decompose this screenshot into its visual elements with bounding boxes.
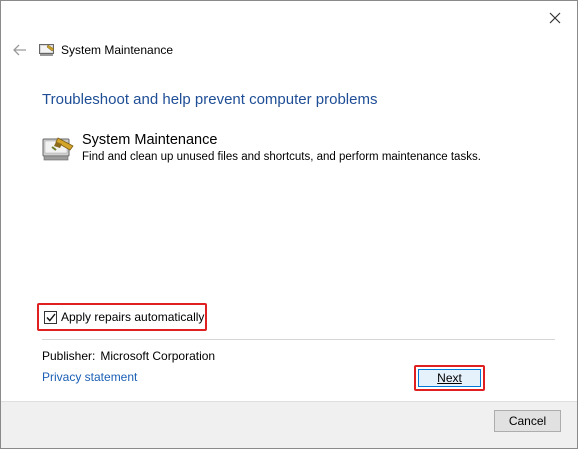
apply-repairs-label[interactable]: Apply repairs automatically	[61, 310, 204, 324]
publisher-info: Publisher: Microsoft Corporation	[42, 349, 215, 363]
publisher-value: Microsoft Corporation	[100, 349, 216, 363]
back-arrow-icon	[13, 44, 26, 56]
window-title: System Maintenance	[61, 43, 174, 57]
publisher-label: Publisher:	[42, 349, 96, 363]
next-button[interactable]: Next	[418, 369, 481, 387]
page-heading: Troubleshoot and help prevent computer p…	[42, 91, 378, 108]
divider	[42, 339, 555, 340]
title-bar: System Maintenance	[11, 39, 173, 61]
next-button-label: Next	[437, 371, 462, 385]
apply-repairs-checkbox-row[interactable]: Apply repairs automatically	[37, 303, 207, 331]
footer-bar: Cancel	[1, 401, 577, 448]
cancel-button[interactable]: Cancel	[494, 410, 561, 432]
troubleshooter-item: System Maintenance Find and clean up unu…	[42, 131, 481, 165]
apply-repairs-checkbox[interactable]	[44, 310, 57, 324]
close-icon	[549, 12, 561, 24]
troubleshooter-window: System Maintenance Troubleshoot and help…	[0, 0, 578, 449]
troubleshooter-name: System Maintenance	[82, 132, 218, 148]
next-button-highlight: Next	[414, 365, 485, 391]
privacy-statement-link[interactable]: Privacy statement	[42, 370, 137, 384]
close-button[interactable]	[541, 5, 569, 31]
back-button[interactable]	[11, 41, 29, 59]
system-maintenance-icon	[42, 133, 76, 163]
system-maintenance-small-icon	[39, 43, 55, 57]
troubleshooter-description: Find and clean up unused files and short…	[82, 151, 481, 163]
checkmark-icon	[45, 313, 56, 322]
